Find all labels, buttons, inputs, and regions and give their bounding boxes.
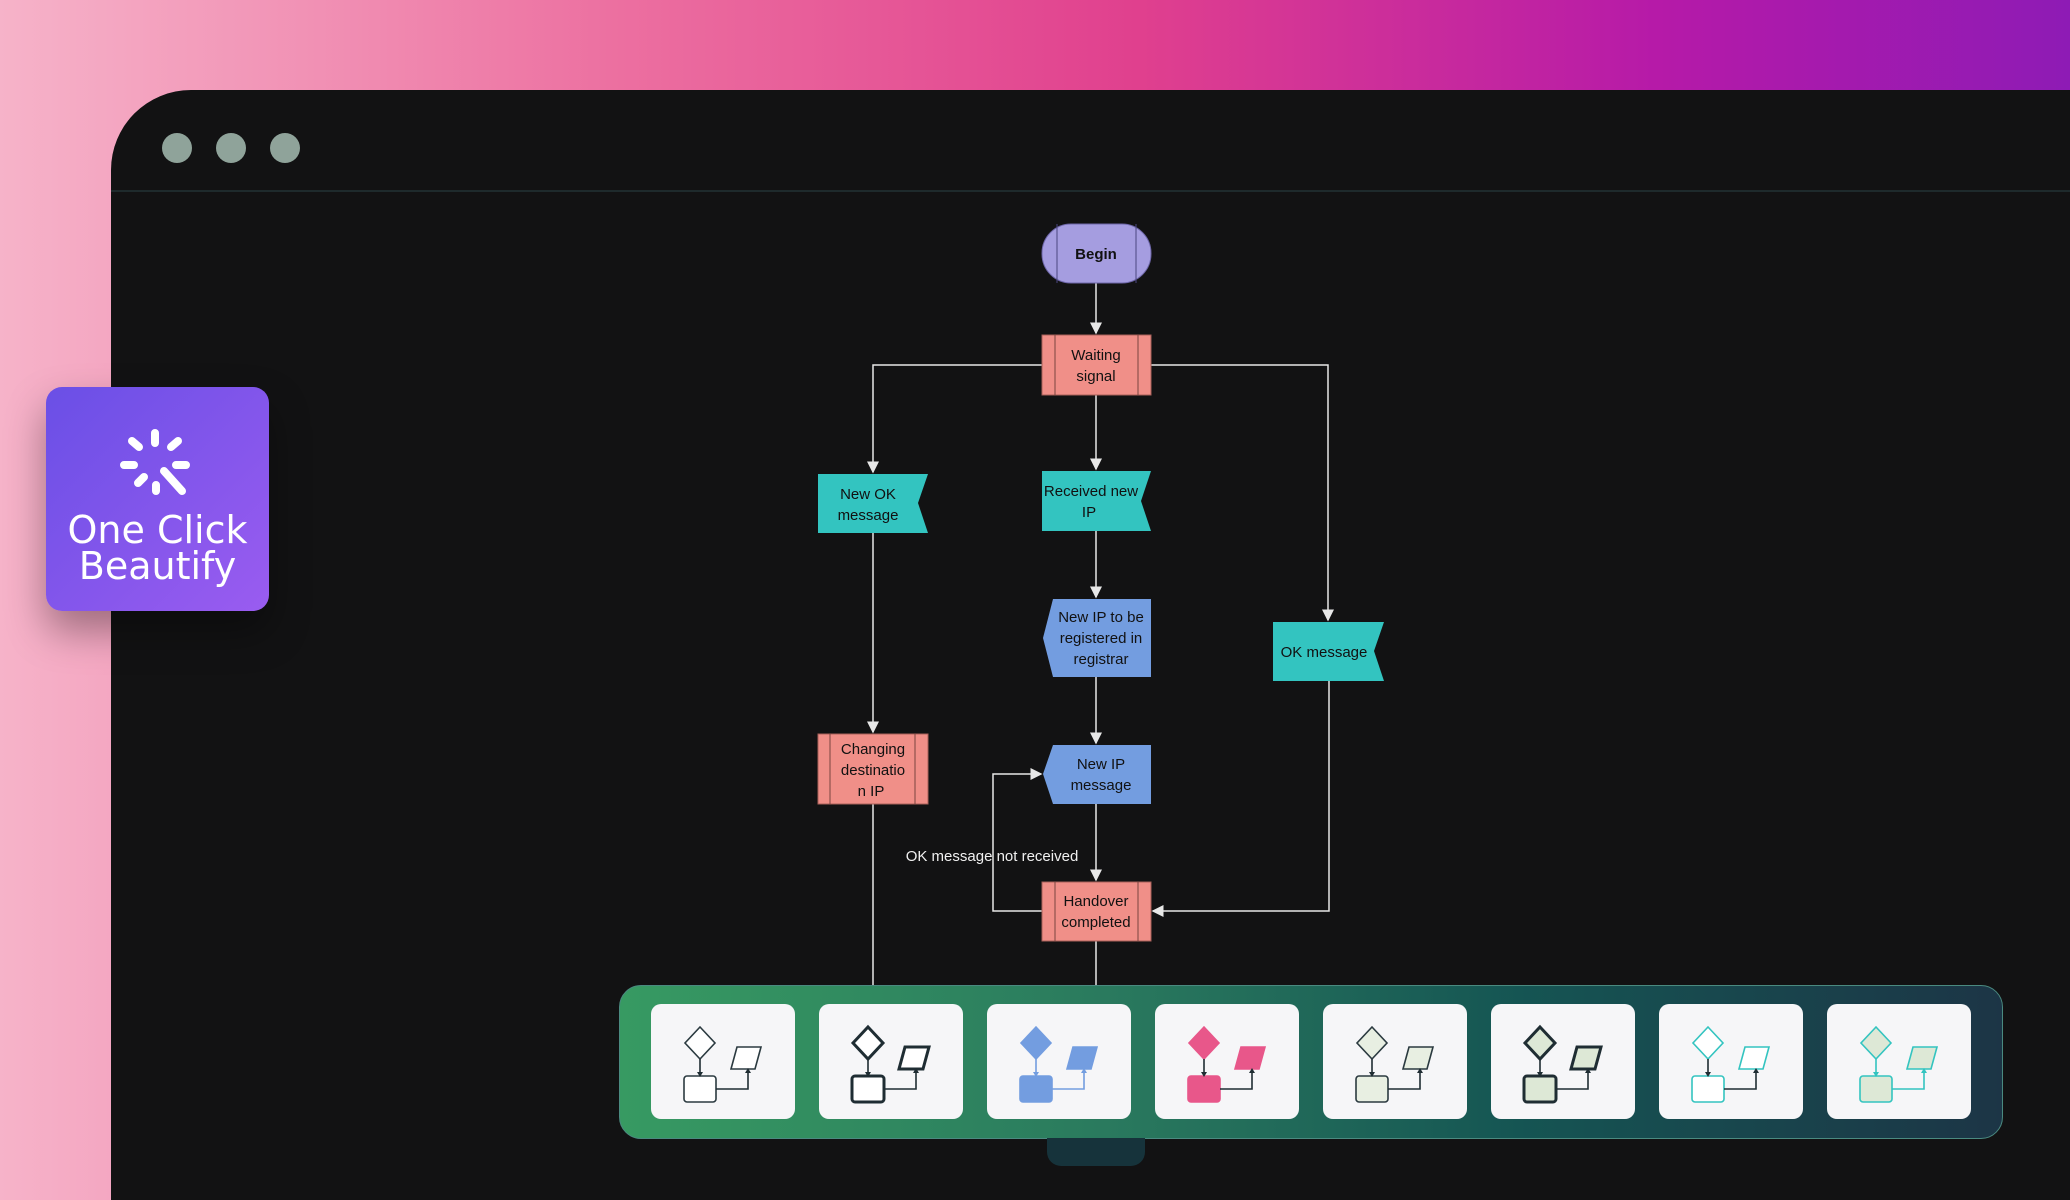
badge-title-line1: One Click [67, 508, 248, 552]
edge-label: OK message not received [906, 848, 1079, 865]
node-label: OK message [1281, 644, 1368, 661]
flowchart-style-icon [1187, 1025, 1267, 1103]
edge-okmessage-handover [1151, 681, 1330, 917]
flowchart-style-icon [683, 1025, 763, 1103]
theme-card-pink[interactable] [1155, 1004, 1299, 1119]
edge-waiting-okmessage [1151, 364, 1334, 622]
theme-card-teal-outline[interactable] [1659, 1004, 1803, 1119]
sparkle-wand-icon [120, 429, 190, 495]
node-label: completed [1061, 914, 1130, 931]
node-label: message [1071, 777, 1132, 794]
flowchart-style-icon [1859, 1025, 1939, 1103]
node-label: destinatio [841, 762, 905, 779]
node-begin[interactable]: Begin [1041, 223, 1152, 284]
theme-card-outline-thin[interactable] [651, 1004, 795, 1119]
node-label: Waiting [1071, 347, 1120, 364]
node-label: Handover [1063, 893, 1128, 910]
edge-waiting-newok [867, 364, 1042, 474]
node-ok-message[interactable]: OK message [1273, 622, 1384, 681]
node-label: New IP to be [1058, 609, 1144, 626]
node-label: Begin [1075, 246, 1117, 263]
panel-handle[interactable] [1047, 1138, 1145, 1166]
node-handover-completed[interactable]: Handover completed [1041, 881, 1152, 942]
node-label: registered in [1060, 630, 1143, 647]
node-label: Changing [841, 741, 905, 758]
flowchart-style-icon [1691, 1025, 1771, 1103]
flowchart-style-icon [1355, 1025, 1435, 1103]
node-new-ip-registered[interactable]: New IP to be registered in registrar [1043, 599, 1151, 677]
theme-card-pale-green-outline[interactable] [1323, 1004, 1467, 1119]
node-waiting-signal[interactable]: Waiting signal [1041, 334, 1152, 396]
theme-card-outline-bold[interactable] [819, 1004, 963, 1119]
node-received-new-ip[interactable]: Received new IP [1042, 471, 1151, 531]
flowchart-style-icon [850, 1024, 931, 1104]
node-new-ip-message[interactable]: New IP message [1043, 745, 1151, 804]
theme-card-blue[interactable] [987, 1004, 1131, 1119]
flowchart-style-icon [1522, 1024, 1603, 1104]
node-label: IP [1082, 504, 1096, 521]
one-click-beautify-button[interactable]: One Click Beautify [46, 387, 269, 611]
theme-card-pale-green-flat[interactable] [1827, 1004, 1971, 1119]
node-label: message [838, 507, 899, 524]
node-label: signal [1076, 368, 1115, 385]
style-theme-panel [619, 985, 2003, 1139]
node-label: n IP [858, 783, 885, 800]
badge-title-line2: Beautify [78, 544, 237, 588]
edge-handover-loop [992, 768, 1043, 912]
node-changing-destination-ip[interactable]: Changing destinatio n IP [817, 733, 929, 805]
node-label: registrar [1073, 651, 1128, 668]
node-label: New IP [1077, 756, 1125, 773]
node-label: New OK [840, 486, 896, 503]
node-new-ok-message[interactable]: New OK message [818, 474, 928, 533]
node-label: Received new [1044, 483, 1138, 500]
flowchart-style-icon [1019, 1025, 1099, 1103]
theme-card-pale-green[interactable] [1491, 1004, 1635, 1119]
